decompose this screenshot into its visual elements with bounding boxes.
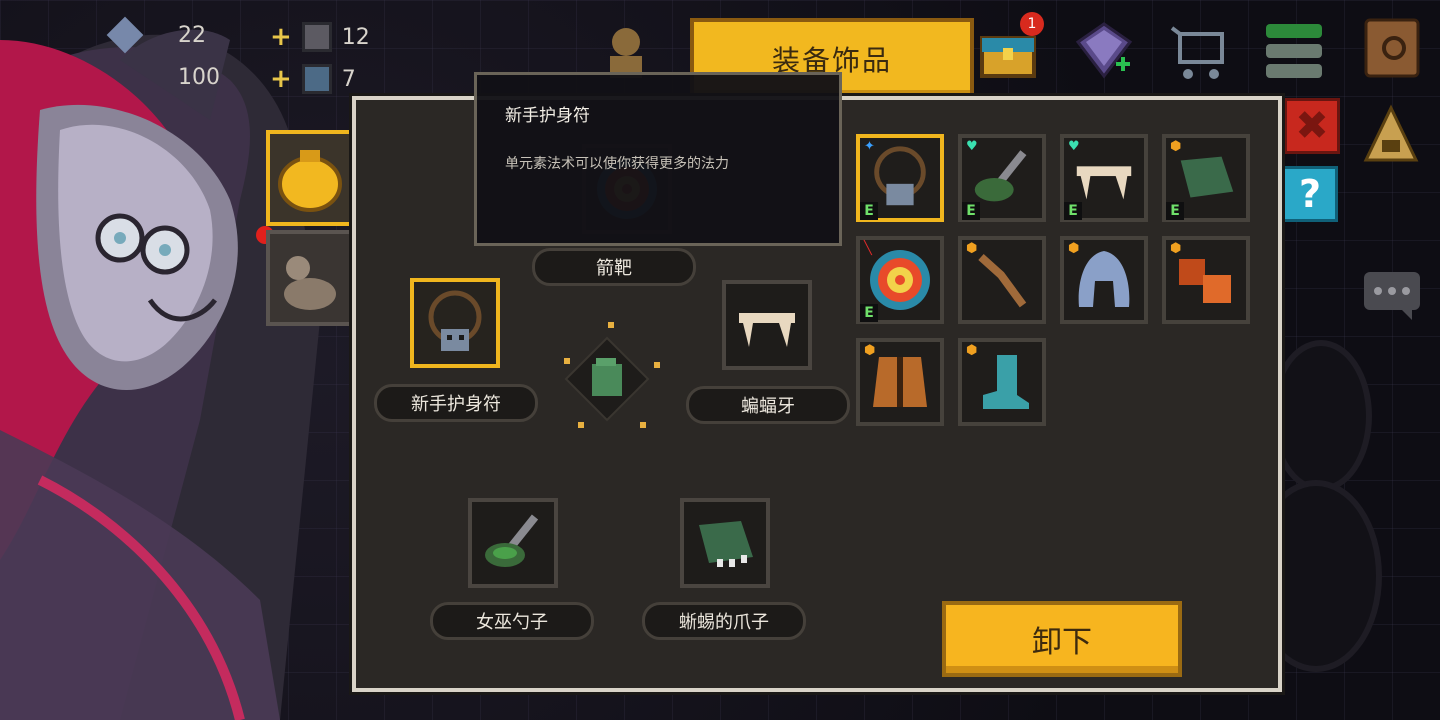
coin-count: 100	[178, 64, 220, 90]
inventory-slot-7[interactable]: ⬢	[1060, 236, 1148, 324]
potion-red-icon	[301, 22, 332, 52]
teal-boot-icon	[983, 355, 1029, 409]
pin-mark-icon: ╲	[864, 241, 872, 256]
equipped-label-bottom-right: 蜥蜴的爪子	[642, 602, 806, 640]
chat-icon[interactable]	[1362, 270, 1422, 320]
equipped-label-left: 新手护身符	[374, 384, 538, 422]
equipped-slot-bottom-left[interactable]	[468, 498, 558, 588]
gold-pouch-icon	[278, 150, 342, 212]
glove-center-icon	[564, 336, 650, 422]
treasure-chest-icon[interactable]: 1	[976, 12, 1044, 82]
unequip-button[interactable]: 卸下	[942, 601, 1182, 677]
equipped-label-right: 蝙蝠牙	[686, 386, 850, 424]
equipped-slot-bottom-right[interactable]	[680, 498, 770, 588]
diamond-shop-icon[interactable]	[1072, 18, 1136, 82]
resource-gem: 22	[106, 16, 206, 54]
resource-coin: 100	[112, 64, 220, 90]
resource-red-potion: + 12	[270, 22, 370, 52]
equipped-label-bottom-left: 女巫勺子	[430, 602, 594, 640]
heart-mark-icon: ♥	[966, 139, 978, 154]
leather-vest-icon	[873, 357, 927, 407]
resource-blue-potion: + 7	[270, 64, 356, 94]
bg-circle-right-1	[1270, 340, 1372, 492]
shield-mark-icon: ⬢	[966, 343, 978, 358]
star-mark-icon: ✦	[864, 139, 875, 154]
inventory-slot-9[interactable]: ⬢	[856, 338, 944, 426]
inventory-slot-5[interactable]: ╲ E	[856, 236, 944, 324]
close-button[interactable]: ✖	[1284, 98, 1340, 154]
add-icon[interactable]: +	[270, 22, 292, 52]
shield-mark-icon: ⬢	[864, 343, 876, 358]
bat-fang-icon	[739, 313, 795, 347]
witch-spoon-icon	[485, 514, 539, 567]
equipped-badge: E	[962, 202, 980, 220]
blue-potion-count: 7	[341, 66, 356, 92]
heart-mark-icon: ♥	[1068, 139, 1080, 154]
inventory-slot-10[interactable]: ⬢	[958, 338, 1046, 426]
bell-icon[interactable]	[1360, 104, 1422, 166]
help-button[interactable]: ?	[1282, 166, 1338, 222]
gem-count: 22	[178, 22, 206, 48]
coin-icon	[112, 64, 138, 90]
equipped-label-top: 箭靶	[532, 248, 696, 286]
equipped-badge: E	[860, 202, 878, 220]
notification-badge: 1	[1020, 12, 1044, 36]
shield-mark-icon: ⬢	[1170, 241, 1182, 256]
lava-chunks-icon	[1179, 259, 1231, 303]
wooden-boomerang-icon	[978, 254, 1027, 308]
sparkle-2	[564, 358, 570, 364]
equipped-slot-left[interactable]	[410, 278, 500, 368]
inventory-slot-8[interactable]: ⬢	[1162, 236, 1250, 324]
sparkle-4	[578, 422, 584, 428]
equipped-badge: E	[860, 304, 878, 322]
inventory-slot-2[interactable]: ♥ E	[958, 134, 1046, 222]
cart-icon[interactable]	[1168, 20, 1232, 84]
sparkle-1	[608, 322, 614, 328]
amulet-icon	[428, 290, 482, 351]
inventory-slot-3[interactable]: ♥ E	[1060, 134, 1148, 222]
lizard-claw-icon	[699, 521, 753, 567]
sparkle-5	[640, 422, 646, 428]
add-icon[interactable]: +	[270, 64, 292, 94]
gem-icon	[106, 16, 144, 54]
inventory-slot-6[interactable]: ⬢	[958, 236, 1046, 324]
squirrel-pet-icon	[284, 256, 336, 310]
red-potion-count: 12	[341, 24, 370, 50]
equipped-badge: E	[1166, 202, 1184, 220]
menu-list-icon[interactable]	[1262, 18, 1326, 82]
equipped-badge: E	[1064, 202, 1082, 220]
tooltip-description: 单元素法术可以使你获得更多的法力	[505, 156, 729, 172]
potion-blue-icon	[301, 64, 332, 94]
sparkle-3	[654, 362, 660, 368]
shield-mark-icon: ⬢	[1170, 139, 1182, 154]
left-tab-accessory[interactable]	[266, 130, 354, 226]
shield-mark-icon: ⬢	[1068, 241, 1080, 256]
item-tooltip: 新手护身符 单元素法术可以使你获得更多的法力	[474, 72, 842, 246]
equipped-slot-right[interactable]	[722, 280, 812, 370]
inventory-slot-4[interactable]: ⬢ E	[1162, 134, 1250, 222]
left-tab-pet[interactable]	[266, 230, 354, 326]
inventory-slot-1[interactable]: ✦ E	[856, 134, 944, 222]
tooltip-title: 新手护身符	[505, 106, 590, 126]
leather-book-icon[interactable]	[1360, 16, 1424, 80]
shield-mark-icon: ⬢	[966, 241, 978, 256]
hood-icon	[1078, 251, 1130, 307]
